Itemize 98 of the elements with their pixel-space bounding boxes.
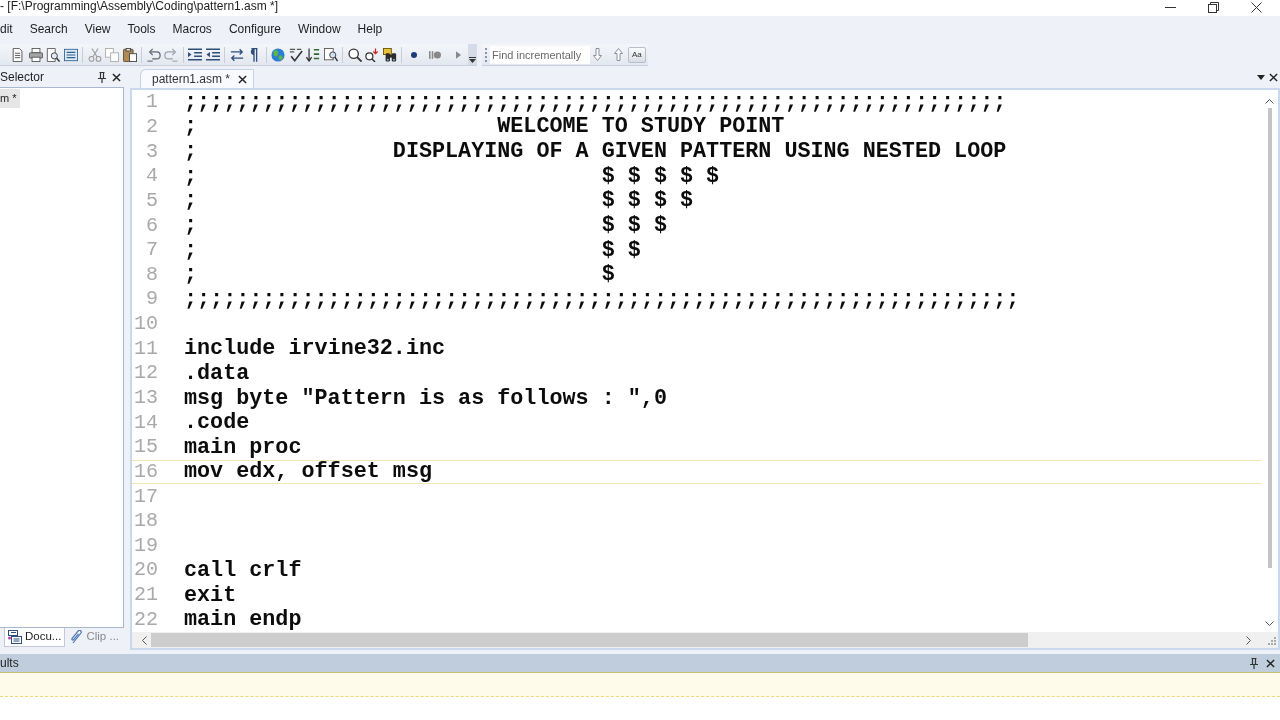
menu-item[interactable]: dit	[0, 22, 13, 36]
line-number: 17	[133, 485, 158, 508]
line-number: 11	[133, 337, 158, 360]
panel-tab[interactable]: Docu...	[4, 628, 66, 647]
line-number: 8	[145, 263, 158, 286]
code-line: ;;;;;;;;;;;;;;;;;;;;;;;;;;;;;;;;;;;;;;;;;;;;;;;;;;;;;;;;;;;;;;;	[184, 90, 1007, 114]
line-number: 12	[133, 362, 158, 385]
sort-icon[interactable]	[306, 47, 320, 62]
close-icon[interactable]	[112, 72, 121, 82]
menu-item[interactable]: Configure	[228, 22, 281, 36]
line-number: 9	[145, 288, 158, 311]
find-field[interactable]: Find incrementally	[490, 45, 590, 64]
chevron-left-icon[interactable]	[142, 635, 147, 645]
code-line: .code	[184, 411, 250, 435]
menu-item[interactable]: Window	[297, 22, 341, 36]
code-line: ; $ $ $	[184, 214, 667, 238]
code-line: msg byte "Pattern is as follows : ",0	[184, 386, 667, 410]
window-title: - [F:\Programming\Assembly\Coding\pattern1.asm *]	[0, 0, 279, 13]
chevron-right-icon[interactable]	[1246, 635, 1251, 645]
chevron-down-icon[interactable]	[1265, 621, 1274, 626]
code-line: ; DISPLAYING OF A GIVEN PATTERN USING NESTED LOOP	[184, 140, 1007, 164]
line-number: 13	[133, 387, 158, 409]
code-line: ; $ $ $ $	[184, 189, 694, 213]
line-number: 16	[133, 460, 158, 483]
checkmark-icon[interactable]	[288, 47, 303, 62]
tab-label: Clip ...	[86, 629, 120, 645]
line-number: 20	[133, 559, 158, 582]
paste-icon[interactable]	[122, 47, 137, 62]
code-line: mov edx, offset msg	[184, 460, 432, 484]
close-icon[interactable]	[1266, 658, 1275, 668]
menu-item[interactable]: View	[84, 22, 111, 36]
line-number: 1	[145, 91, 158, 114]
code-line: ; WELCOME TO STUDY POINT	[184, 115, 785, 139]
line-number: 14	[133, 411, 158, 434]
pin-icon[interactable]	[1250, 657, 1258, 669]
menu-item[interactable]: Help	[357, 22, 383, 36]
horizontal-scrollbar[interactable]	[132, 632, 1278, 648]
dropdown-icon[interactable]	[1257, 75, 1265, 80]
up-arrow-icon[interactable]	[614, 48, 623, 61]
line-number: 3	[145, 140, 158, 163]
tab-label: pattern1.asm *	[152, 71, 231, 88]
code-line: .data	[184, 361, 250, 385]
code-line: ; $ $ $ $ $	[184, 164, 720, 188]
chevron-up-icon[interactable]	[1265, 99, 1274, 104]
menu-item[interactable]: Macros	[172, 22, 212, 36]
code-line: ; $ $	[184, 238, 641, 262]
line-number: 4	[145, 165, 158, 188]
swap-arrows-icon[interactable]	[229, 47, 244, 62]
line-number: 22	[133, 608, 158, 631]
code-line: main endp	[184, 608, 302, 632]
undo-icon[interactable]	[146, 47, 161, 62]
paperclip-icon	[71, 630, 84, 644]
line-number: 15	[133, 436, 158, 459]
globe-icon[interactable]	[271, 47, 285, 62]
line-number: 19	[133, 534, 158, 557]
play-icon[interactable]	[455, 50, 461, 59]
code-line: main proc	[184, 435, 302, 459]
line-number: 5	[145, 189, 158, 212]
menu-item[interactable]: Search	[29, 22, 68, 36]
toolbar-overflow-icon[interactable]	[469, 57, 476, 63]
list-window-icon[interactable]	[63, 47, 78, 62]
close-icon[interactable]	[1269, 73, 1278, 82]
line-number: 6	[145, 214, 158, 237]
code-line: ;;;;;;;;;;;;;;;;;;;;;;;;;;;;;;;;;;;;;;;;;;;;;;;;;;;;;;;;;;;;;;;;	[184, 287, 1020, 311]
restore-icon[interactable]	[1208, 2, 1219, 13]
code-line: include irvine32.inc	[184, 337, 446, 361]
pause-record-icon[interactable]	[428, 50, 441, 59]
record-dot-icon[interactable]	[410, 51, 417, 58]
documents-icon	[8, 630, 22, 644]
line-number: 7	[145, 239, 158, 262]
code-line: call crlf	[184, 559, 302, 582]
match-case-button[interactable]: Aa	[628, 46, 646, 63]
pin-icon[interactable]	[98, 71, 106, 83]
close-tab-icon[interactable]	[238, 74, 248, 84]
down-arrow-icon[interactable]	[593, 48, 602, 61]
code-line: ; $	[184, 263, 615, 287]
indent-icon[interactable]	[188, 47, 202, 62]
tab-label: Docu...	[25, 629, 62, 645]
outdent-icon[interactable]	[205, 47, 220, 62]
print-preview-icon[interactable]	[46, 47, 60, 62]
resize-grip-icon[interactable]	[1267, 635, 1276, 645]
binoculars-icon[interactable]	[382, 47, 397, 62]
printer-icon[interactable]	[28, 47, 43, 62]
line-number: 21	[133, 584, 158, 607]
panel-title: Selector	[0, 69, 45, 86]
close-icon[interactable]	[1251, 2, 1262, 13]
panel-title: ults	[0, 655, 19, 672]
file-item[interactable]: m *	[0, 89, 20, 108]
code-line: exit	[184, 583, 237, 607]
search-arrow-icon[interactable]	[365, 47, 379, 62]
search-icon[interactable]	[347, 47, 362, 62]
editor-tab[interactable]: pattern1.asm *	[140, 69, 255, 88]
line-number: 10	[133, 313, 158, 336]
line-number: 18	[133, 510, 158, 533]
new-document-icon[interactable]	[11, 47, 25, 62]
document-search-icon[interactable]	[323, 47, 338, 62]
line-number: 2	[145, 115, 158, 138]
menu-item[interactable]: Tools	[127, 22, 156, 36]
